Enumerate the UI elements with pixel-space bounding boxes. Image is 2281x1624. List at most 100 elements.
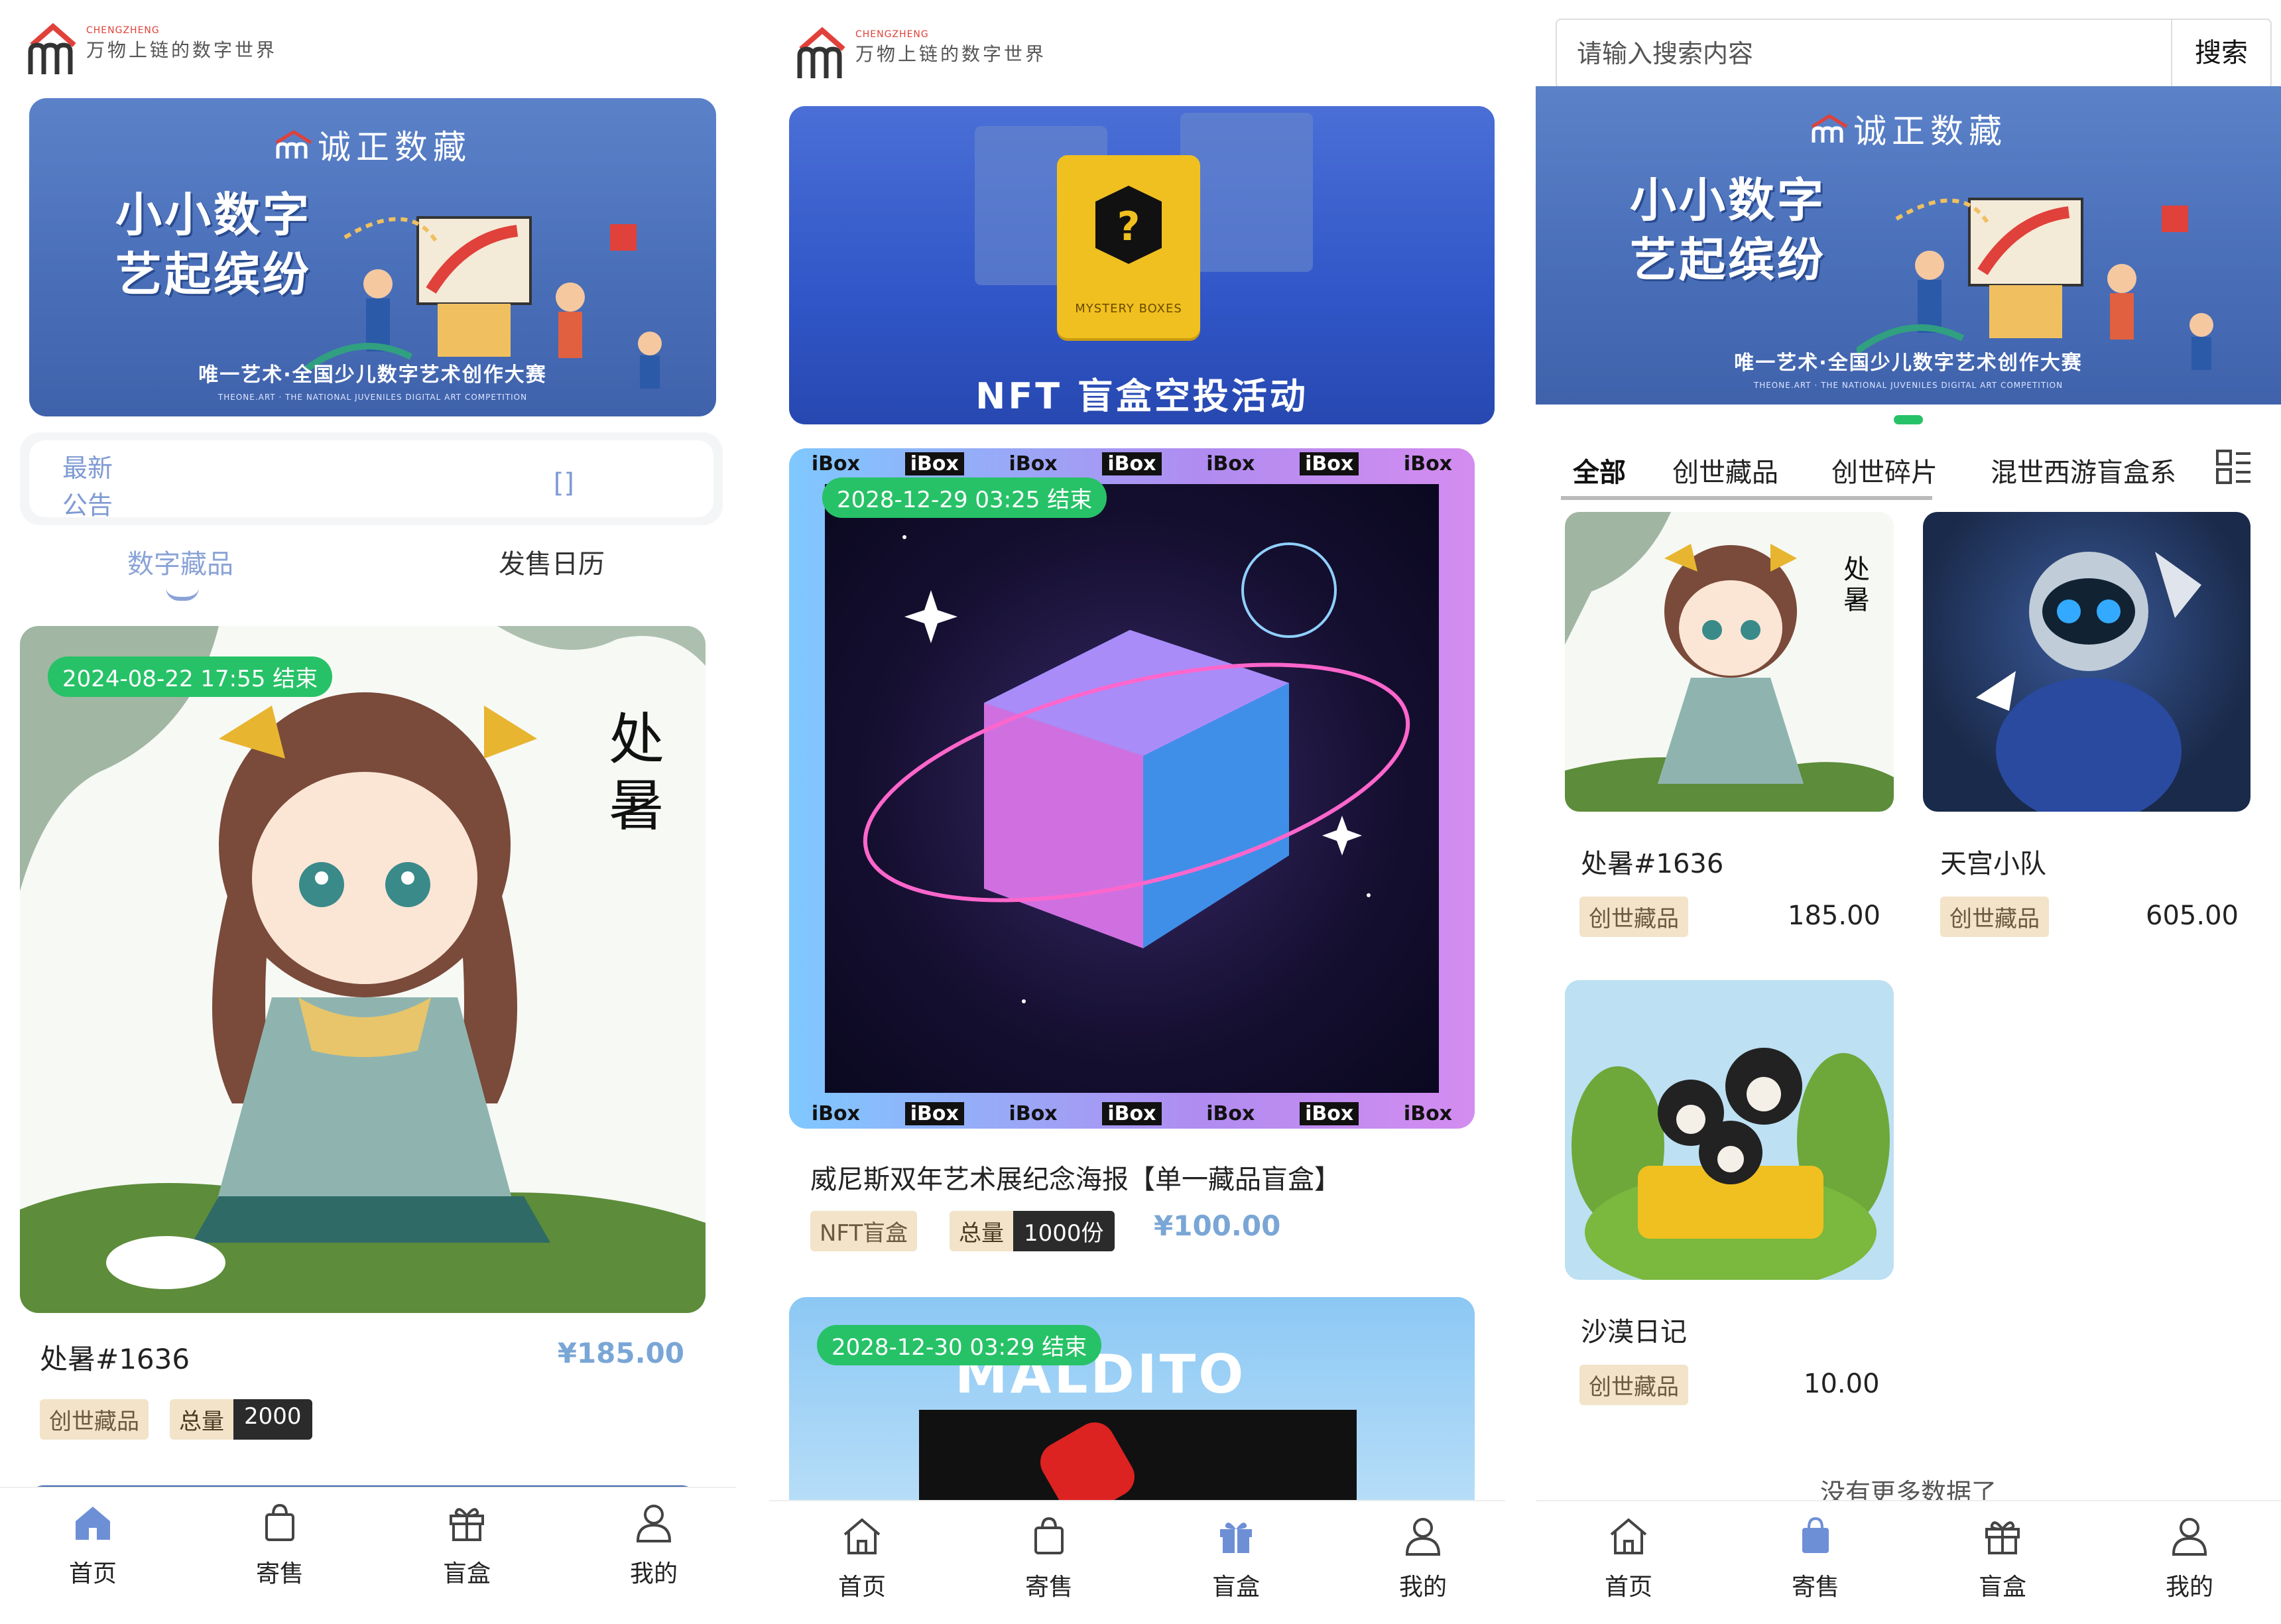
nav-blindbox[interactable]: 盲盒: [1190, 1515, 1282, 1602]
brand-header: CHENGZHENG 万物上链的数字世界: [796, 23, 1046, 81]
frame-label: iBox: [1300, 452, 1359, 475]
frame-label: iBox: [1009, 452, 1058, 475]
nav-home-label: 首页: [68, 1560, 117, 1588]
category-genesis[interactable]: 创世藏品: [1672, 451, 1778, 489]
banner-logo-icon: [275, 130, 312, 158]
brand-header: CHENGZHENG 万物上链的数字世界: [27, 19, 277, 77]
market-item-title[interactable]: 沙漠日记: [1581, 1310, 1687, 1349]
robot-illustration: [1976, 552, 2201, 812]
blindbox-banner[interactable]: ? MYSTERY BOXES NFT 盲盒空投活动: [789, 106, 1495, 424]
frame-label: iBox: [1206, 1101, 1255, 1125]
user-icon: [2172, 1518, 2207, 1556]
blindbox-price: ¥100.00: [1154, 1210, 1281, 1242]
mystery-box-label: MYSTERY BOXES: [1075, 302, 1182, 316]
frame-label: iBox: [1102, 452, 1162, 475]
search-input[interactable]: [1575, 34, 2109, 73]
tab-digital-collections[interactable]: 数字藏品: [127, 542, 233, 581]
home-icon: [843, 1518, 881, 1554]
frame-label: iBox: [811, 1101, 860, 1125]
blindbox-tag: NFT盲盒: [810, 1211, 918, 1251]
svg-text:处: 处: [1843, 554, 1870, 585]
nav-blindbox[interactable]: 盲盒: [1956, 1515, 2049, 1602]
search-button[interactable]: 搜索: [2171, 20, 2270, 86]
banner-title-2: 艺起缤纷: [1630, 233, 1826, 287]
bottom-nav: 首页 寄售 盲盒 我的: [0, 1487, 736, 1624]
bottom-nav: 首页 寄售 盲盒 我的: [1536, 1500, 2281, 1624]
frame-label: iBox: [1206, 452, 1255, 475]
market-item-price: 10.00: [1804, 1369, 1880, 1399]
category-xiyou[interactable]: 混世西游盲盒系: [1991, 451, 2189, 489]
banner-logo-text: 诚正数藏: [1853, 112, 2007, 151]
frame-label: iBox: [1300, 1101, 1359, 1125]
nav-profile-label: 我的: [2165, 1574, 2213, 1601]
shopping-bag-icon: [1802, 1517, 1829, 1553]
nav-consign-label: 寄售: [1024, 1574, 1073, 1601]
total-label: 总量: [170, 1399, 233, 1440]
category-fragments[interactable]: 创世碎片: [1831, 451, 1938, 489]
mystery-box-card: ? MYSTERY BOXES: [1057, 155, 1200, 338]
market-item-price: 185.00: [1788, 901, 1880, 931]
user-icon: [1405, 1518, 1441, 1556]
grid-menu-icon[interactable]: [2215, 448, 2252, 485]
notice-label: 最新公告: [62, 454, 113, 520]
brand-logo-icon: [28, 23, 76, 74]
banner-subtitle: 唯一艺术·全国少儿数字艺术创作大赛: [1734, 351, 2083, 375]
girl-illustration: 处 暑: [20, 626, 706, 1313]
svg-text:?: ?: [1117, 204, 1140, 250]
nav-home[interactable]: 首页: [816, 1515, 908, 1602]
banner-logo-icon: [1811, 114, 1848, 143]
category-all[interactable]: 全部: [1573, 451, 1626, 489]
blindbox-title[interactable]: 威尼斯双年艺术展纪念海报【单一藏品盲盒】: [810, 1158, 1341, 1196]
notice-icon: []: [553, 468, 574, 499]
gift-icon: [1220, 1523, 1252, 1553]
nav-profile[interactable]: 我的: [1377, 1515, 1469, 1602]
collection-card-image[interactable]: 处 暑: [20, 626, 706, 1313]
brand-en: CHENGZHENG: [855, 29, 929, 40]
user-icon: [636, 1505, 672, 1542]
nav-consign-label: 寄售: [1791, 1574, 1839, 1601]
end-time-badge-2: 2028-12-30 03:29 结束: [817, 1325, 1102, 1365]
cube-illustration: [863, 535, 1410, 1003]
notice-bar[interactable]: 最新公告 []: [20, 432, 723, 525]
market-item-title[interactable]: 处暑#1636: [1581, 842, 1723, 881]
nav-profile[interactable]: 我的: [607, 1501, 700, 1589]
market-item-image[interactable]: 处 暑: [1565, 512, 1894, 812]
frame-label: iBox: [1009, 1101, 1058, 1125]
promo-banner[interactable]: 诚正数藏 小小数字 艺起缤纷 唯一艺术·全国少儿数字艺术创作大赛 THEONE.…: [1536, 86, 2281, 405]
market-item-tag: 创世藏品: [1579, 1365, 1688, 1405]
nav-home[interactable]: 首页: [1582, 1515, 1675, 1602]
collection-title[interactable]: 处暑#1636: [40, 1337, 190, 1377]
banner-logo: 诚正数藏: [1810, 105, 2007, 153]
market-item-image[interactable]: [1565, 980, 1894, 1280]
carousel-dot-active[interactable]: [1894, 415, 1923, 424]
total-value: 2000: [233, 1399, 312, 1440]
svg-text:暑: 暑: [1843, 585, 1870, 615]
nav-blindbox-label: 盲盒: [1211, 1574, 1260, 1601]
promo-banner[interactable]: 诚正数藏 小小数字 艺起缤纷 唯一艺术·全国少儿数字艺术创作大赛 THEONE.…: [29, 98, 716, 416]
collection-total: 总量 2000: [170, 1399, 312, 1440]
home-icon: [1610, 1518, 1647, 1554]
blindbox-card-image[interactable]: iBox iBox iBox iBox iBox iBox iBox iBox: [789, 448, 1475, 1129]
nav-consign[interactable]: 寄售: [233, 1501, 326, 1589]
blindbox-banner-title: NFT 盲盒空投活动: [975, 375, 1308, 417]
frame-label: iBox: [904, 452, 964, 475]
nav-home-label: 首页: [837, 1574, 886, 1601]
gift-icon: [1985, 1521, 2020, 1554]
home-icon: [76, 1507, 110, 1540]
nav-consign[interactable]: 寄售: [1003, 1515, 1095, 1602]
brand-logo-icon: [797, 27, 845, 78]
nav-profile-label: 我的: [1398, 1574, 1447, 1601]
banner-logo: 诚正数藏: [274, 121, 471, 168]
market-item-title[interactable]: 天宫小队: [1940, 842, 2046, 881]
svg-text:暑: 暑: [609, 773, 664, 838]
collection-tag: 创世藏品: [40, 1399, 149, 1440]
tab-release-calendar[interactable]: 发售日历: [499, 542, 605, 581]
nav-consign[interactable]: 寄售: [1769, 1515, 1862, 1602]
nav-blindbox[interactable]: 盲盒: [420, 1501, 513, 1589]
frame-label: iBox: [1403, 1101, 1453, 1125]
market-item-image[interactable]: [1923, 512, 2250, 812]
nav-profile[interactable]: 我的: [2143, 1515, 2236, 1602]
nav-home[interactable]: 首页: [46, 1501, 139, 1589]
search-bar: 搜索: [1556, 19, 2272, 89]
space-artwork: [825, 484, 1439, 1093]
